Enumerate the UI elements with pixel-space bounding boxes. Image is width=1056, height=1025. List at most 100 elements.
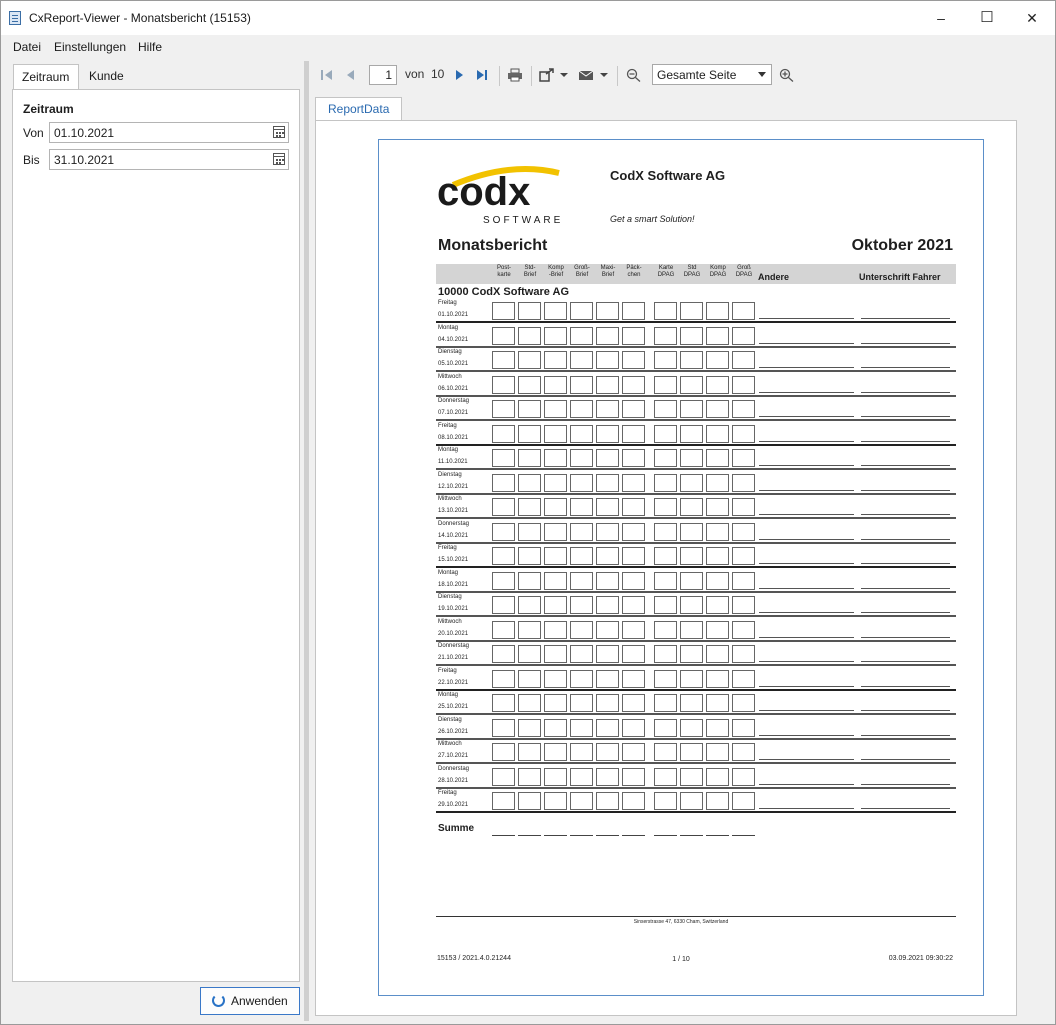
count-box	[706, 449, 729, 467]
signature-line	[861, 440, 950, 442]
chevron-down-icon[interactable]	[599, 68, 609, 82]
count-box	[544, 743, 567, 761]
last-page-icon[interactable]	[474, 68, 490, 82]
count-box	[706, 326, 729, 345]
day-date: 05.10.2021	[438, 361, 469, 367]
day-name: Freitag	[438, 667, 457, 674]
count-box	[570, 351, 593, 369]
header-column: Päck- chen	[626, 265, 642, 278]
next-page-icon[interactable]	[452, 68, 468, 82]
signature-line	[861, 538, 950, 540]
first-page-icon[interactable]	[319, 68, 335, 82]
count-box	[570, 498, 593, 516]
count-box	[622, 375, 645, 394]
count-box	[622, 596, 645, 614]
count-box	[732, 375, 755, 394]
signature-line	[861, 661, 950, 662]
section-title: Zeitraum	[23, 102, 74, 116]
count-box	[706, 743, 729, 761]
day-date: 28.10.2021	[438, 777, 469, 784]
day-row: Freitag 01.10.2021	[436, 299, 956, 323]
day-row: Dienstag 12.10.2021	[436, 471, 956, 495]
maximize-button[interactable]: ☐	[964, 1, 1010, 35]
close-button[interactable]: ✕	[1009, 1, 1055, 35]
count-box	[596, 351, 619, 369]
zoom-select[interactable]: Gesamte Seite	[652, 64, 772, 85]
andere-line	[759, 489, 854, 491]
day-name: Dienstag	[438, 471, 462, 478]
tab-zeitraum[interactable]: Zeitraum	[13, 64, 79, 90]
signature-line	[861, 367, 950, 368]
count-box	[622, 400, 645, 418]
count-box	[732, 694, 755, 712]
company-name: CodX Software AG	[610, 168, 726, 183]
count-box	[622, 743, 645, 761]
tab-kunde[interactable]: Kunde	[81, 64, 132, 90]
previous-page-icon[interactable]	[343, 68, 359, 82]
print-icon[interactable]	[507, 68, 523, 82]
count-box	[654, 351, 677, 369]
sum-line	[596, 835, 619, 836]
count-box	[654, 498, 677, 516]
logo-subtext: SOFTWARE	[483, 215, 563, 226]
sum-line	[680, 835, 703, 836]
calendar-icon[interactable]	[273, 126, 285, 138]
day-name: Mittwoch	[438, 496, 462, 502]
header-column: Karte DPAG	[657, 265, 675, 278]
count-box	[706, 645, 729, 663]
count-box	[622, 498, 645, 516]
to-date-input[interactable]: 31.10.2021	[49, 149, 289, 170]
signature-line	[861, 734, 950, 736]
count-box	[518, 424, 541, 443]
menu-hilfe[interactable]: Hilfe	[138, 40, 162, 54]
count-box	[680, 547, 703, 565]
count-box	[654, 424, 677, 443]
sum-line	[492, 835, 515, 836]
count-box	[680, 596, 703, 614]
calendar-icon[interactable]	[273, 153, 285, 165]
count-box	[544, 424, 567, 443]
day-name: Donnerstag	[438, 398, 470, 404]
signature-line	[861, 489, 950, 491]
menu-einstellungen[interactable]: Einstellungen	[54, 40, 126, 54]
count-box	[680, 645, 703, 663]
tab-reportdata[interactable]: ReportData	[315, 97, 403, 121]
day-name: Dienstag	[438, 349, 462, 355]
panel-splitter[interactable]	[304, 61, 309, 1021]
page-number-input[interactable]: 1	[369, 65, 397, 85]
apply-button[interactable]: Anwenden	[200, 987, 300, 1015]
day-row: Montag 25.10.2021	[436, 691, 956, 715]
day-name: Mittwoch	[438, 618, 462, 625]
count-box	[570, 620, 593, 639]
andere-line	[759, 342, 854, 344]
signature-line	[861, 587, 950, 589]
zoom-out-icon[interactable]	[626, 68, 642, 82]
count-box	[518, 400, 541, 418]
count-box	[706, 620, 729, 639]
day-date: 15.10.2021	[438, 557, 469, 563]
menu-datei[interactable]: Datei	[13, 40, 41, 54]
count-box	[544, 718, 567, 737]
header-andere: Andere	[758, 272, 790, 282]
andere-line	[759, 661, 854, 662]
count-box	[706, 473, 729, 492]
zoom-in-icon[interactable]	[779, 68, 795, 82]
day-name: Donnerstag	[438, 643, 470, 649]
from-date-input[interactable]: 01.10.2021	[49, 122, 289, 143]
count-box	[570, 522, 593, 541]
count-box	[732, 669, 755, 688]
count-box	[706, 375, 729, 394]
minimize-button[interactable]: –	[918, 1, 964, 35]
count-box	[622, 351, 645, 369]
count-box	[680, 522, 703, 541]
chevron-down-icon[interactable]	[559, 68, 569, 82]
count-box	[706, 400, 729, 418]
count-box	[544, 767, 567, 786]
day-row: Donnerstag 21.10.2021	[436, 642, 956, 666]
export-icon[interactable]	[539, 68, 555, 82]
count-box	[492, 375, 515, 394]
mail-icon[interactable]	[578, 68, 594, 82]
day-name: Dienstag	[438, 594, 462, 600]
app-icon	[9, 11, 21, 25]
andere-line	[759, 759, 854, 760]
